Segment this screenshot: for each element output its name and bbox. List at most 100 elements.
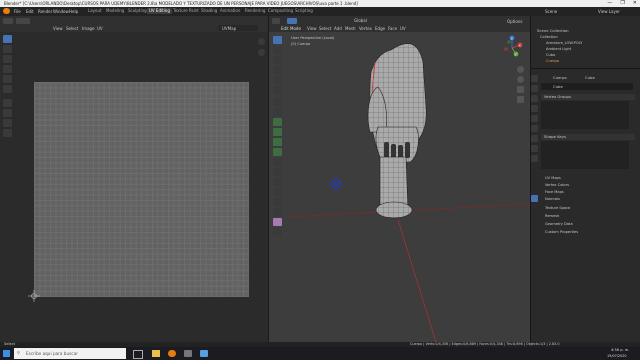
viewport-editor-type-icon[interactable] (272, 18, 280, 24)
scale-tool-icon[interactable] (3, 75, 12, 83)
mesh-data-properties-icon[interactable] (531, 195, 538, 202)
uv-menu-select[interactable]: Select (66, 26, 78, 31)
menu-window[interactable]: Window (53, 9, 69, 14)
particle-properties-icon[interactable] (531, 145, 538, 152)
shape-keys-list[interactable] (541, 141, 629, 169)
perspective-toggle-icon[interactable] (517, 96, 524, 103)
uv-menu-uv[interactable]: UV (97, 26, 103, 31)
tab-sculpting[interactable]: Sculpting (126, 8, 149, 14)
section-normals[interactable]: Normals (545, 197, 560, 201)
select-tool-icon[interactable] (3, 35, 12, 43)
relax-tool-icon[interactable] (3, 119, 12, 127)
mesh-name-field[interactable]: Cube (541, 83, 633, 90)
vertex-groups-list[interactable] (541, 101, 629, 129)
move-tool-icon[interactable] (3, 55, 12, 63)
rotate-tool-icon[interactable] (3, 65, 12, 73)
uv-menu-image[interactable]: Image (82, 26, 95, 31)
tool-properties-icon[interactable] (531, 75, 538, 82)
image-browse-field[interactable]: UVMap (218, 25, 258, 31)
camera-view-icon[interactable] (517, 86, 524, 93)
v3d-menu-uv[interactable]: UV (400, 26, 406, 31)
section-remesh[interactable]: Remesh (545, 214, 559, 218)
windows-start-icon[interactable] (3, 350, 10, 357)
zoom-icon[interactable] (258, 38, 265, 45)
outliner-row[interactable]: Collection (540, 35, 558, 40)
editor-type-icon[interactable] (3, 18, 13, 24)
shape-keys-panel-header[interactable]: Shape Keys (541, 134, 635, 140)
annotate-tool-icon[interactable] (3, 99, 12, 107)
tab-texture-paint[interactable]: Texture Paint (171, 8, 201, 14)
taskbar-search-box[interactable]: ⚲ Escribe aquí para buscar (14, 348, 126, 359)
vertex-groups-panel-header[interactable]: Vertex Groups (541, 94, 635, 100)
v3d-menu-vertex[interactable]: Vertex (359, 26, 372, 31)
navigation-gizmo[interactable]: X Y Z (498, 34, 526, 62)
tab-compositing[interactable]: Compositing (266, 8, 295, 14)
scene-selector[interactable]: Scene (545, 9, 557, 14)
world-properties-icon[interactable] (531, 115, 538, 122)
maximize-button[interactable]: ❐ (620, 0, 624, 6)
outliner-row[interactable]: Cuerpo (546, 59, 559, 64)
v3d-menu-face[interactable]: Face (388, 26, 397, 31)
uv-grid-canvas[interactable] (34, 82, 249, 297)
viewport-scene[interactable] (268, 32, 530, 342)
uv-select-mode-buttons[interactable] (16, 18, 30, 24)
options-dropdown[interactable]: Options (507, 19, 522, 24)
app-taskbar-icon[interactable] (184, 350, 192, 357)
scene-properties-icon[interactable] (531, 105, 538, 112)
settings-taskbar-icon[interactable] (200, 350, 208, 357)
blender-logo-icon[interactable] (3, 8, 10, 14)
section-face-maps[interactable]: Face Maps (545, 190, 564, 194)
cursor-tool-icon[interactable] (3, 45, 12, 53)
menu-render[interactable]: Render (38, 9, 52, 14)
render-properties-icon[interactable] (531, 85, 538, 92)
v3d-menu-add[interactable]: Add (334, 26, 342, 31)
physics-properties-icon[interactable] (531, 155, 538, 162)
outliner-row[interactable]: Cubo (546, 53, 555, 58)
output-properties-icon[interactable] (531, 95, 538, 102)
tab-shading[interactable]: Shading (199, 8, 219, 14)
taskbar-clock-time: 4:56 p. m. (611, 348, 630, 352)
menu-file[interactable]: File (14, 9, 21, 14)
section-uv-maps[interactable]: UV Maps (545, 176, 561, 180)
properties-tab-object[interactable]: Cuerpo (553, 75, 567, 80)
menu-help[interactable]: Help (69, 9, 78, 14)
pan-icon[interactable] (258, 49, 265, 56)
view-layer-selector[interactable]: View Layer (598, 9, 620, 14)
viewport-pan-icon[interactable] (517, 76, 524, 83)
v3d-menu-edge[interactable]: Edge (375, 26, 385, 31)
outliner-row[interactable]: Armature_LOW.POLY (546, 41, 582, 46)
section-custom-properties[interactable]: Custom Properties (545, 230, 578, 234)
section-vertex-colors[interactable]: Vertex Colors (545, 183, 569, 187)
tab-uv-editing[interactable]: UV Editing (147, 8, 172, 14)
tab-scripting[interactable]: Scripting (293, 8, 315, 14)
section-geometry-data[interactable]: Geometry Data (545, 222, 573, 226)
tab-rendering[interactable]: Rendering (243, 8, 267, 14)
v3d-menu-view[interactable]: View (307, 26, 317, 31)
pinch-tool-icon[interactable] (3, 129, 12, 137)
tab-animation[interactable]: Animation (218, 8, 242, 14)
file-explorer-icon[interactable] (152, 350, 160, 357)
tab-modeling[interactable]: Modeling (104, 8, 126, 14)
section-texture-space[interactable]: Texture Space (545, 206, 570, 210)
transform-orientation[interactable]: Global (354, 18, 367, 23)
v3d-menu-mesh[interactable]: Mesh (345, 26, 356, 31)
close-button[interactable]: ✕ (633, 0, 637, 6)
select-box-icon[interactable] (287, 18, 297, 24)
uv-menu-view[interactable]: View (53, 26, 63, 31)
properties-tab-mesh[interactable]: Cube (585, 75, 595, 80)
grab-tool-icon[interactable] (3, 109, 12, 117)
blender-taskbar-icon[interactable] (168, 350, 176, 357)
outliner-row[interactable]: Ambient Light (546, 47, 571, 52)
transform-tool-icon[interactable] (3, 85, 12, 93)
modifier-properties-icon[interactable] (531, 135, 538, 142)
menu-edit[interactable]: Edit (26, 9, 34, 14)
minimize-button[interactable]: — (607, 0, 612, 6)
task-view-icon[interactable] (133, 350, 143, 359)
mode-selector[interactable]: Edit Mode (281, 26, 301, 31)
tab-layout[interactable]: Layout (86, 8, 104, 14)
object-properties-icon[interactable] (531, 125, 538, 132)
v3d-menu-select[interactable]: Select (319, 26, 331, 31)
vertex-groups-title: Vertex Groups (544, 94, 571, 99)
viewport-zoom-icon[interactable] (517, 66, 524, 73)
uv-nav-gizmos (258, 38, 267, 78)
